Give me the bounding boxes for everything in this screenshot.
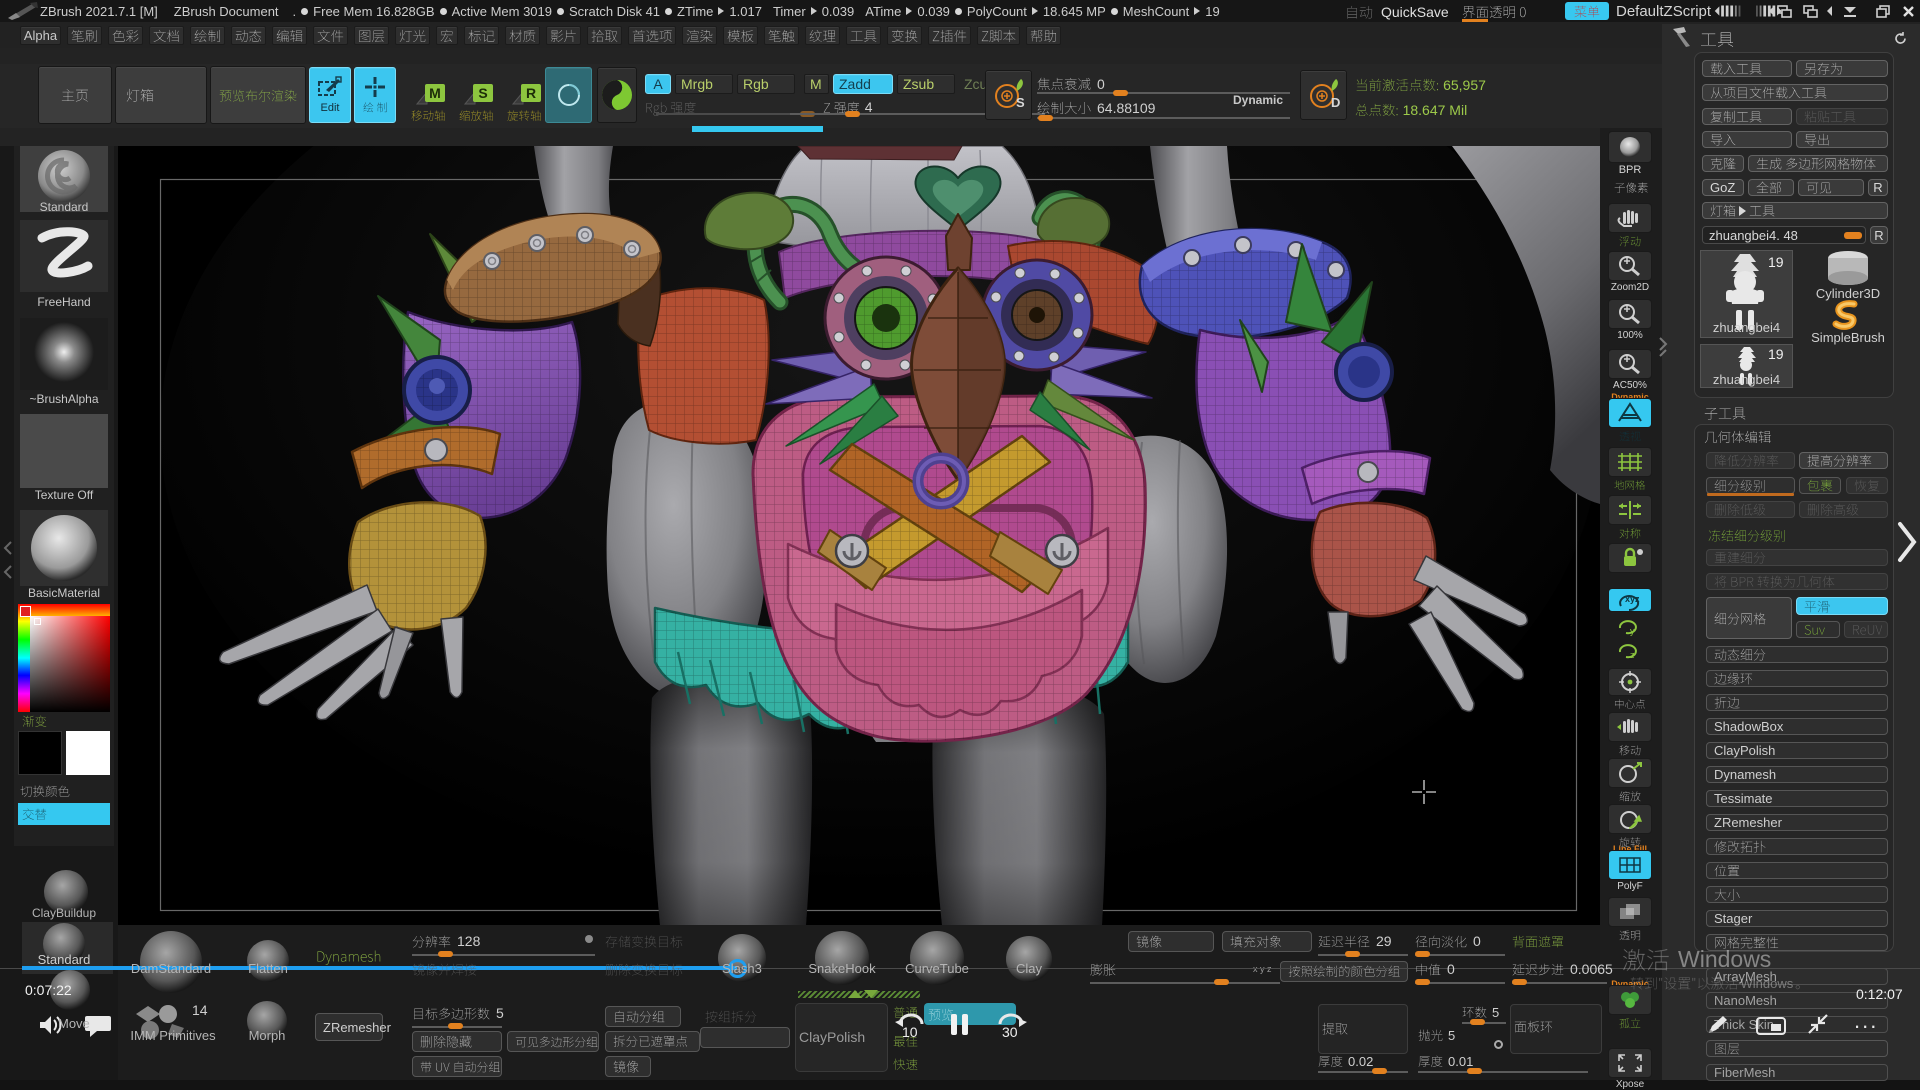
svg-text:S: S xyxy=(478,85,487,101)
svg-text:S: S xyxy=(1016,95,1025,110)
svg-text:D: D xyxy=(1331,95,1340,110)
svg-text:R: R xyxy=(526,85,536,101)
svg-text:xyz: xyz xyxy=(1625,594,1640,604)
svg-text:y: y xyxy=(1630,626,1635,636)
svg-text:z: z xyxy=(1630,650,1635,660)
svg-text:M: M xyxy=(429,85,441,101)
